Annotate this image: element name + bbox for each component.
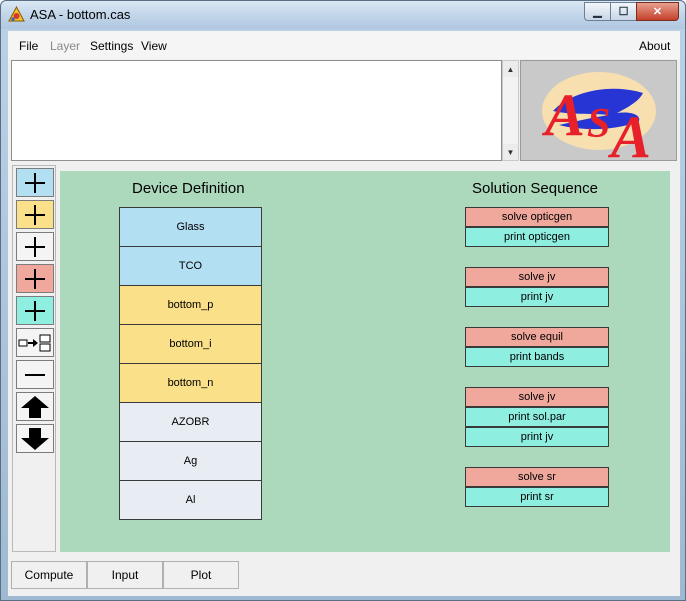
menu-settings[interactable]: Settings bbox=[90, 39, 133, 53]
close-button[interactable]: ✕ bbox=[636, 2, 679, 21]
menu-about[interactable]: About bbox=[639, 39, 670, 53]
plus-icon bbox=[25, 204, 45, 225]
logo-panel: A S A bbox=[520, 60, 677, 170]
close-icon: ✕ bbox=[652, 6, 663, 18]
arrow-down-icon bbox=[21, 427, 49, 450]
insert-arrow-icon bbox=[18, 334, 51, 351]
device-layer[interactable]: TCO bbox=[119, 246, 262, 286]
menu-layer[interactable]: Layer bbox=[50, 39, 80, 53]
print-step[interactable]: print sr bbox=[465, 487, 609, 507]
menu-view[interactable]: View bbox=[141, 39, 167, 53]
minimize-icon: ▁ bbox=[593, 6, 602, 18]
device-layer[interactable]: Al bbox=[119, 480, 262, 520]
device-canvas: Device Definition Solution Sequence Glas… bbox=[60, 171, 670, 552]
solve-step[interactable]: solve sr bbox=[465, 467, 609, 487]
print-step[interactable]: print sol.par bbox=[465, 407, 609, 427]
insert-button[interactable] bbox=[16, 328, 54, 357]
svg-text:A: A bbox=[607, 104, 651, 160]
bottom-bar: Compute Input Plot bbox=[8, 558, 680, 590]
scroll-up-icon[interactable]: ▲ bbox=[503, 61, 518, 77]
plus-icon bbox=[25, 300, 45, 321]
svg-text:S: S bbox=[587, 101, 610, 147]
device-layer[interactable]: AZOBR bbox=[119, 402, 262, 442]
minus-icon bbox=[25, 373, 45, 376]
client-area: File Layer Settings View About ▲ ▼ A S A bbox=[8, 31, 680, 596]
remove-button[interactable] bbox=[16, 360, 54, 389]
arrow-up-icon bbox=[21, 395, 49, 418]
message-textbox[interactable] bbox=[11, 60, 502, 161]
plus-icon bbox=[25, 268, 45, 289]
asa-logo: A S A bbox=[541, 72, 656, 170]
maximize-button[interactable]: ☐ bbox=[610, 2, 636, 21]
solve-step[interactable]: solve equil bbox=[465, 327, 609, 347]
plus-icon bbox=[25, 172, 45, 193]
print-step[interactable]: print bands bbox=[465, 347, 609, 367]
device-layer[interactable]: Ag bbox=[119, 441, 262, 481]
add-back-layer-button[interactable] bbox=[16, 232, 54, 261]
input-button[interactable]: Input bbox=[87, 561, 163, 589]
solve-step[interactable]: solve opticgen bbox=[465, 207, 609, 227]
svg-text:A: A bbox=[541, 82, 585, 148]
move-down-button[interactable] bbox=[16, 424, 54, 453]
device-definition-title: Device Definition bbox=[132, 180, 245, 197]
menu-bar: File Layer Settings View About bbox=[8, 31, 680, 59]
title-bar[interactable]: ASA - bottom.cas ▁ ☐ ✕ bbox=[1, 1, 685, 29]
plus-icon bbox=[25, 236, 45, 257]
compute-button[interactable]: Compute bbox=[11, 561, 87, 589]
minimize-button[interactable]: ▁ bbox=[584, 2, 610, 21]
layer-toolbar bbox=[12, 165, 56, 552]
add-absorber-layer-button[interactable] bbox=[16, 200, 54, 229]
add-front-layer-button[interactable] bbox=[16, 168, 54, 197]
solution-sequence-title: Solution Sequence bbox=[472, 180, 598, 197]
solve-step[interactable]: solve jv bbox=[465, 267, 609, 287]
add-print-step-button[interactable] bbox=[16, 296, 54, 325]
textbox-scrollbar[interactable]: ▲ ▼ bbox=[502, 60, 519, 161]
device-layer[interactable]: bottom_p bbox=[119, 285, 262, 325]
print-step[interactable]: print opticgen bbox=[465, 227, 609, 247]
device-layer[interactable]: Glass bbox=[119, 207, 262, 247]
maximize-icon: ☐ bbox=[618, 6, 629, 18]
add-solve-step-button[interactable] bbox=[16, 264, 54, 293]
app-window: ASA - bottom.cas ▁ ☐ ✕ File Layer Settin… bbox=[0, 0, 686, 601]
menu-file[interactable]: File bbox=[19, 39, 38, 53]
device-layer[interactable]: bottom_i bbox=[119, 324, 262, 364]
solve-step[interactable]: solve jv bbox=[465, 387, 609, 407]
app-icon[interactable] bbox=[8, 6, 25, 23]
move-up-button[interactable] bbox=[16, 392, 54, 421]
plot-button[interactable]: Plot bbox=[163, 561, 239, 589]
scroll-down-icon[interactable]: ▼ bbox=[503, 144, 518, 160]
print-step[interactable]: print jv bbox=[465, 427, 609, 447]
print-step[interactable]: print jv bbox=[465, 287, 609, 307]
window-title: ASA - bottom.cas bbox=[30, 7, 131, 22]
device-layer[interactable]: bottom_n bbox=[119, 363, 262, 403]
